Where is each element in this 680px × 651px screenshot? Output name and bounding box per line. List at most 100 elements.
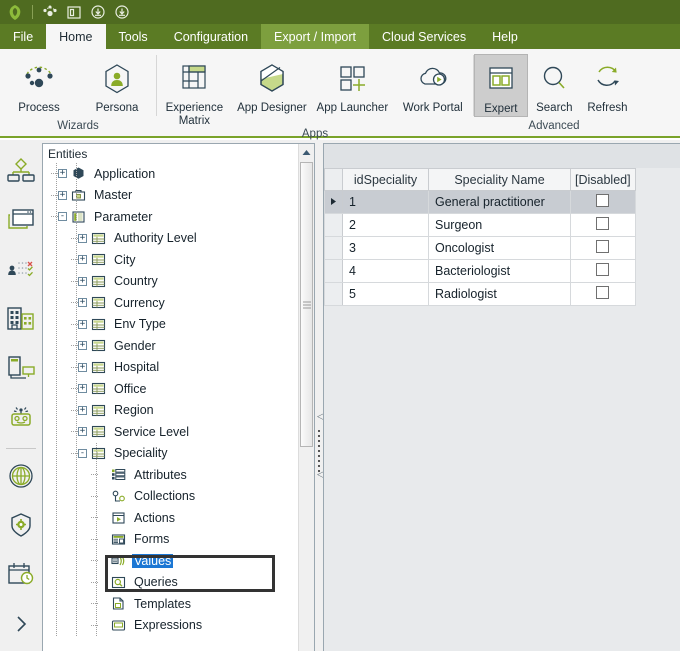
disabled-checkbox[interactable] bbox=[596, 194, 610, 207]
cell-id-speciality[interactable]: 5 bbox=[342, 282, 429, 306]
ribbon-button-process[interactable]: Process bbox=[0, 54, 78, 115]
tree-node-env-type[interactable]: + Env Type bbox=[43, 314, 314, 336]
tree-expand-icon[interactable]: + bbox=[78, 298, 87, 308]
tab-help[interactable]: Help bbox=[479, 24, 531, 49]
tree-node-service-level[interactable]: + Service Level bbox=[43, 421, 314, 443]
ribbon-button-refresh[interactable]: Refresh bbox=[581, 54, 634, 115]
tree-node-authority-level[interactable]: + Authority Level bbox=[43, 228, 314, 250]
cell-disabled[interactable] bbox=[570, 236, 636, 260]
cell-speciality-name[interactable]: Radiologist bbox=[428, 282, 571, 306]
rail-item-scheduler[interactable] bbox=[1, 552, 41, 601]
tree-node-queries[interactable]: Queries bbox=[43, 572, 314, 594]
cell-speciality-name[interactable]: Bacteriologist bbox=[428, 259, 571, 283]
download-quick-icon[interactable] bbox=[87, 1, 109, 23]
layout-quick-icon[interactable] bbox=[63, 1, 85, 23]
tree-node-collections[interactable]: Collections bbox=[43, 486, 314, 508]
tree-node-master[interactable]: + Master bbox=[43, 185, 314, 207]
rail-item-forms[interactable] bbox=[1, 197, 41, 246]
row-selector-cell[interactable] bbox=[324, 190, 343, 214]
cell-speciality-name[interactable]: Oncologist bbox=[428, 236, 571, 260]
rail-item-bots[interactable] bbox=[1, 395, 41, 444]
download-alt-quick-icon[interactable] bbox=[111, 1, 133, 23]
process-quick-icon[interactable] bbox=[39, 1, 61, 23]
tree-node-values[interactable]: Values bbox=[43, 550, 314, 572]
tree-node-country[interactable]: + Country bbox=[43, 271, 314, 293]
grid-corner-cell[interactable] bbox=[324, 168, 343, 191]
tree-node-templates[interactable]: Templates bbox=[43, 593, 314, 615]
ribbon-button-expert[interactable]: Expert bbox=[474, 54, 528, 117]
tree-node-speciality[interactable]: - Speciality bbox=[43, 443, 314, 465]
tree-node-office[interactable]: + Office bbox=[43, 378, 314, 400]
disabled-checkbox[interactable] bbox=[596, 263, 610, 276]
rail-item-process-model[interactable] bbox=[1, 148, 41, 197]
cell-disabled[interactable] bbox=[570, 190, 636, 214]
ribbon-button-experience-matrix[interactable]: Experience Matrix bbox=[157, 54, 232, 127]
cell-disabled[interactable] bbox=[570, 282, 636, 306]
rail-item-expand[interactable] bbox=[1, 602, 41, 651]
grid-column-header[interactable]: idSpeciality bbox=[342, 168, 429, 191]
tree-expand-icon[interactable]: + bbox=[78, 233, 87, 243]
tree-expand-icon[interactable]: + bbox=[78, 405, 87, 415]
table-row[interactable]: 2 Surgeon bbox=[324, 213, 636, 237]
ribbon-button-work-portal[interactable]: Work Portal bbox=[393, 54, 473, 115]
cell-disabled[interactable] bbox=[570, 213, 636, 237]
rail-item-organization[interactable] bbox=[1, 296, 41, 345]
ribbon-button-app-launcher[interactable]: App Launcher bbox=[312, 54, 392, 115]
cell-id-speciality[interactable]: 1 bbox=[342, 190, 429, 214]
cell-speciality-name[interactable]: Surgeon bbox=[428, 213, 571, 237]
tree-node-hospital[interactable]: + Hospital bbox=[43, 357, 314, 379]
tree-collapse-icon[interactable]: - bbox=[78, 448, 87, 458]
tree-expand-icon[interactable]: + bbox=[78, 427, 87, 437]
scroll-up-arrow-icon[interactable] bbox=[299, 144, 314, 160]
tree-node-city[interactable]: + City bbox=[43, 249, 314, 271]
tree-expand-icon[interactable]: + bbox=[78, 255, 87, 265]
app-logo-icon[interactable] bbox=[4, 1, 26, 23]
rail-item-business-rules[interactable] bbox=[1, 247, 41, 296]
cell-disabled[interactable] bbox=[570, 259, 636, 283]
rail-item-integration[interactable] bbox=[1, 346, 41, 395]
table-row[interactable]: 5 Radiologist bbox=[324, 282, 636, 306]
disabled-checkbox[interactable] bbox=[596, 217, 610, 230]
tree-expand-icon[interactable]: + bbox=[58, 190, 67, 200]
grid-column-header[interactable]: Speciality Name bbox=[428, 168, 571, 191]
tree-expand-icon[interactable]: + bbox=[58, 169, 67, 179]
tree-node-currency[interactable]: + Currency bbox=[43, 292, 314, 314]
cell-speciality-name[interactable]: General practitioner bbox=[428, 190, 571, 214]
tab-file[interactable]: File bbox=[0, 24, 46, 49]
row-selector-cell[interactable] bbox=[324, 236, 343, 260]
tree-node-expressions[interactable]: Expressions bbox=[43, 615, 314, 637]
table-row[interactable]: 4 Bacteriologist bbox=[324, 259, 636, 283]
tree-node-attributes[interactable]: Attributes bbox=[43, 464, 314, 486]
tab-tools[interactable]: Tools bbox=[106, 24, 161, 49]
tree-node-parameter[interactable]: - Parameter bbox=[43, 206, 314, 228]
tree-node-actions[interactable]: Actions bbox=[43, 507, 314, 529]
ribbon-button-persona[interactable]: Persona bbox=[78, 54, 156, 115]
tab-home[interactable]: Home bbox=[46, 24, 106, 49]
tree-node-region[interactable]: + Region bbox=[43, 400, 314, 422]
values-data-grid[interactable]: idSpeciality Speciality Name [Disabled] 1 Ge… bbox=[324, 168, 636, 306]
tree-collapse-icon[interactable]: - bbox=[58, 212, 67, 222]
rail-item-security[interactable] bbox=[1, 503, 41, 552]
ribbon-button-search[interactable]: Search bbox=[528, 54, 581, 115]
grid-column-header[interactable]: [Disabled] bbox=[570, 168, 636, 191]
cell-id-speciality[interactable]: 4 bbox=[342, 259, 429, 283]
tree-node-forms[interactable]: Forms bbox=[43, 529, 314, 551]
cell-id-speciality[interactable]: 3 bbox=[342, 236, 429, 260]
ribbon-button-app-designer[interactable]: App Designer bbox=[232, 54, 312, 115]
disabled-checkbox[interactable] bbox=[596, 286, 610, 299]
tree-expand-icon[interactable]: + bbox=[78, 362, 87, 372]
tree-scrollbar[interactable] bbox=[298, 144, 314, 651]
table-row[interactable]: 1 General practitioner bbox=[324, 190, 636, 214]
row-selector-cell[interactable] bbox=[324, 282, 343, 306]
tree-expand-icon[interactable]: + bbox=[78, 276, 87, 286]
rail-item-globalization[interactable] bbox=[1, 453, 41, 502]
panel-splitter[interactable]: ◁ ◁ bbox=[315, 140, 324, 651]
tree-node-gender[interactable]: + Gender bbox=[43, 335, 314, 357]
entities-tree[interactable]: + Application + Master - Parameter + Authority … bbox=[43, 163, 314, 636]
tree-node-application[interactable]: + Application bbox=[43, 163, 314, 185]
tree-scrollbar-thumb[interactable] bbox=[300, 162, 313, 447]
tab-cloud-services[interactable]: Cloud Services bbox=[369, 24, 479, 49]
row-selector-cell[interactable] bbox=[324, 213, 343, 237]
tab-configuration[interactable]: Configuration bbox=[161, 24, 261, 49]
tab-export-import[interactable]: Export / Import bbox=[261, 24, 370, 49]
